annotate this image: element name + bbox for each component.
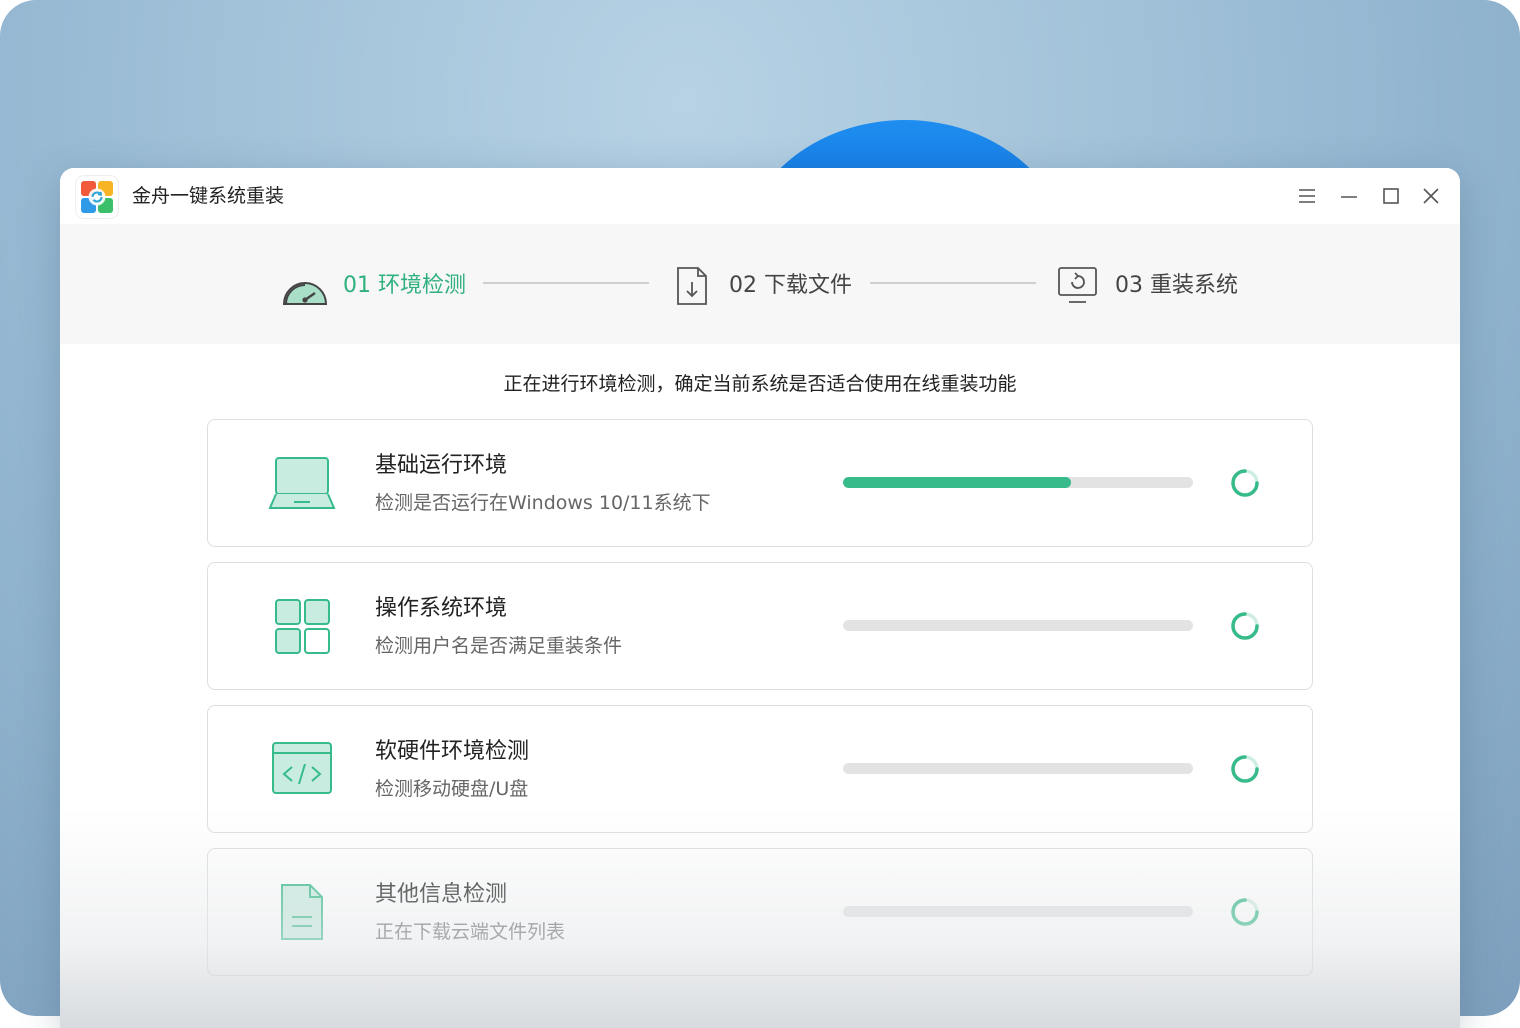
check-title: 基础运行环境 bbox=[375, 453, 508, 478]
loading-spinner-icon bbox=[1229, 753, 1261, 785]
progress-track bbox=[843, 620, 1193, 631]
check-title: 其他信息检测 bbox=[375, 882, 508, 907]
document-icon bbox=[268, 883, 336, 943]
step-connector bbox=[870, 282, 1036, 284]
loading-spinner-icon bbox=[1229, 467, 1261, 499]
check-description: 检测用户名是否满足重装条件 bbox=[375, 635, 623, 657]
loading-spinner-icon bbox=[1229, 610, 1261, 642]
check-title: 操作系统环境 bbox=[375, 596, 508, 621]
step-label: 03 重装系统 bbox=[1115, 273, 1238, 298]
check-card-os-environment: 操作系统环境 检测用户名是否满足重装条件 bbox=[207, 562, 1313, 690]
reinstall-monitor-icon bbox=[1056, 264, 1100, 314]
step-label: 02 下载文件 bbox=[729, 273, 852, 298]
check-title: 软硬件环境检测 bbox=[375, 739, 530, 764]
check-description: 正在下载云端文件列表 bbox=[375, 921, 566, 943]
app-logo-icon bbox=[76, 176, 118, 218]
check-card-hardware-software: 软硬件环境检测 检测移动硬盘/U盘 bbox=[207, 705, 1313, 833]
app-window: 金舟一键系统重装 01 环境检测 02 下载文件 03 重装系统 正在进行环境检… bbox=[60, 168, 1460, 1028]
steps-bar: 01 环境检测 02 下载文件 03 重装系统 bbox=[60, 224, 1460, 344]
check-card-other-info: 其他信息检测 正在下载云端文件列表 bbox=[207, 848, 1313, 976]
progress-track bbox=[843, 477, 1193, 488]
progress-track bbox=[843, 763, 1193, 774]
maximize-icon[interactable] bbox=[1376, 182, 1406, 212]
step-connector bbox=[483, 282, 649, 284]
step-label: 01 环境检测 bbox=[343, 273, 466, 298]
title-bar[interactable]: 金舟一键系统重装 bbox=[60, 168, 1460, 225]
progress-track bbox=[843, 906, 1193, 917]
progress-fill bbox=[843, 477, 1071, 488]
code-window-icon bbox=[268, 740, 336, 800]
loading-spinner-icon bbox=[1229, 896, 1261, 928]
laptop-icon bbox=[268, 454, 336, 514]
speedometer-icon bbox=[282, 264, 328, 314]
app-title: 金舟一键系统重装 bbox=[132, 185, 285, 207]
grid-apps-icon bbox=[268, 597, 336, 657]
close-icon[interactable] bbox=[1416, 182, 1446, 212]
check-description: 检测移动硬盘/U盘 bbox=[375, 778, 529, 800]
check-card-basic-environment: 基础运行环境 检测是否运行在Windows 10/11系统下 bbox=[207, 419, 1313, 547]
status-notice: 正在进行环境检测，确定当前系统是否适合使用在线重装功能 bbox=[503, 373, 1017, 395]
download-file-icon bbox=[672, 264, 712, 314]
minimize-icon[interactable] bbox=[1334, 182, 1364, 212]
menu-icon[interactable] bbox=[1292, 182, 1322, 212]
check-description: 检测是否运行在Windows 10/11系统下 bbox=[375, 492, 711, 514]
